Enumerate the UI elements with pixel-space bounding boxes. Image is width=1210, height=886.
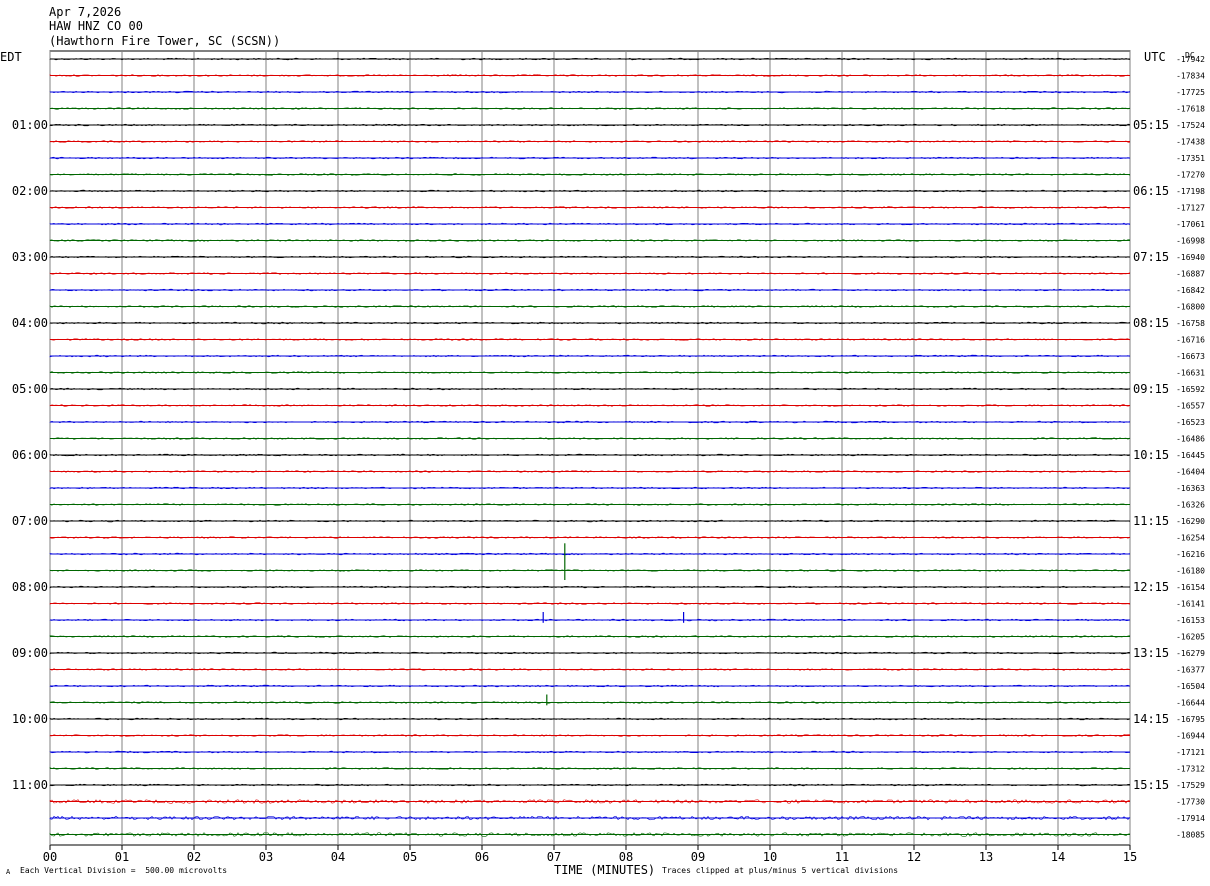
dc-offset-label: -16795: [1176, 715, 1205, 724]
right-hour-label: 06:15: [1133, 184, 1169, 198]
dc-offset-label: -16154: [1176, 583, 1205, 592]
x-tick-label: 03: [259, 850, 273, 864]
dc-offset-label: -16887: [1176, 270, 1205, 279]
left-hour-label: 03:00: [12, 250, 48, 264]
right-hour-label: 07:15: [1133, 250, 1169, 264]
right-hour-label: 14:15: [1133, 712, 1169, 726]
dc-offset-label: -16944: [1176, 732, 1205, 741]
x-tick-label: 12: [907, 850, 921, 864]
dc-offset-label: -16716: [1176, 336, 1205, 345]
x-tick-label: 07: [547, 850, 561, 864]
dc-offset-label: -16205: [1176, 633, 1205, 642]
scale-note: Each Vertical Division = 500.00 microvol…: [20, 866, 228, 875]
dc-offset-label: -17618: [1176, 105, 1205, 114]
dc-offset-label: -16758: [1176, 319, 1205, 328]
dc-offset-label: -16800: [1176, 303, 1205, 312]
left-hour-label: 05:00: [12, 382, 48, 396]
right-hour-label: 12:15: [1133, 580, 1169, 594]
dc-offset-label: -17351: [1176, 154, 1205, 163]
dc-offset-label: -16290: [1176, 517, 1205, 526]
dc-offset-label: -16180: [1176, 567, 1205, 576]
event-layer: [542, 543, 685, 706]
x-axis-title: TIME (MINUTES): [554, 863, 656, 877]
trace-layer: [49, 57, 1131, 837]
dc-offset-label: -17834: [1176, 72, 1205, 81]
x-tick-label: 00: [43, 850, 57, 864]
clip-note: Traces clipped at plus/minus 5 vertical …: [662, 866, 899, 875]
x-tick-label: 09: [691, 850, 705, 864]
dc-offset-label: -17524: [1176, 121, 1205, 130]
dc-offset-label: -16504: [1176, 682, 1205, 691]
trace-noise: [49, 536, 1131, 539]
x-tick-label: 05: [403, 850, 417, 864]
dc-offset-label: -17438: [1176, 138, 1205, 147]
dc-offset-label: -16644: [1176, 699, 1205, 708]
dc-offset-label: -17725: [1176, 88, 1205, 97]
x-tick-label: 15: [1123, 850, 1137, 864]
left-hour-label: 11:00: [12, 778, 48, 792]
left-hour-label: 04:00: [12, 316, 48, 330]
x-tick-label: 02: [187, 850, 201, 864]
dc-offset-label: -17270: [1176, 171, 1205, 180]
x-tick-label: 08: [619, 850, 633, 864]
dc-offset-label: -16404: [1176, 468, 1205, 477]
right-hour-label: 11:15: [1133, 514, 1169, 528]
seismogram-chart: 00 01 02 03 04 05 06 07 08 09 10 11 12 13 14 15 -17942 -1…: [12, 50, 1205, 864]
x-tick-label: 14: [1051, 850, 1065, 864]
plot-frame: [49, 50, 1131, 846]
dc-offset-label: -16377: [1176, 666, 1205, 675]
dc-offset-label: -17914: [1176, 814, 1205, 823]
dc-offset-label: -16279: [1176, 649, 1205, 658]
dc-offset-label: -16486: [1176, 435, 1205, 444]
dc-offset-label: -16842: [1176, 286, 1205, 295]
trace-noise: [49, 74, 1131, 77]
left-hour-label: 08:00: [12, 580, 48, 594]
grid-layer: [49, 50, 1131, 850]
left-hour-label: 07:00: [12, 514, 48, 528]
x-tick-label: 13: [979, 850, 993, 864]
x-tick-label: 11: [835, 850, 849, 864]
dc-offset-label: -16557: [1176, 402, 1205, 411]
right-hour-label: 13:15: [1133, 646, 1169, 660]
dc-offset-label: -17127: [1176, 204, 1205, 213]
dc-offset-label: -16363: [1176, 484, 1205, 493]
right-hour-label: 15:15: [1133, 778, 1169, 792]
corner-mark: A: [6, 868, 11, 876]
dc-offset-label: -16254: [1176, 534, 1205, 543]
dc-offset-label: -16940: [1176, 253, 1205, 262]
dc-offset-label: -18085: [1176, 831, 1205, 840]
left-hour-label: 02:00: [12, 184, 48, 198]
dc-offset-label: -17198: [1176, 187, 1205, 196]
x-tick-label: 01: [115, 850, 129, 864]
dc-offset-label: -16153: [1176, 616, 1205, 625]
label-layer: 00 01 02 03 04 05 06 07 08 09 10 11 12 13 14 15 -17942 -1…: [12, 55, 1205, 864]
x-tick-label: 04: [331, 850, 345, 864]
right-hour-label: 08:15: [1133, 316, 1169, 330]
right-hour-label: 09:15: [1133, 382, 1169, 396]
dc-offset-label: -16631: [1176, 369, 1205, 378]
dc-offset-label: -16998: [1176, 237, 1205, 246]
left-hour-label: 09:00: [12, 646, 48, 660]
dc-offset-label: -17121: [1176, 748, 1205, 757]
dc-offset-label: -16523: [1176, 418, 1205, 427]
right-hour-label: 10:15: [1133, 448, 1169, 462]
dc-offset-label: -16445: [1176, 451, 1205, 460]
left-hour-label: 01:00: [12, 118, 48, 132]
dc-offset-label: -17061: [1176, 220, 1205, 229]
x-tick-label: 06: [475, 850, 489, 864]
dc-offset-label: -17312: [1176, 765, 1205, 774]
dc-offset-label: -16673: [1176, 352, 1205, 361]
dc-offset-label: -17529: [1176, 781, 1205, 790]
x-tick-label: 10: [763, 850, 777, 864]
dc-offset-label: -16216: [1176, 550, 1205, 559]
dc-offset-label: -16326: [1176, 501, 1205, 510]
left-hour-label: 06:00: [12, 448, 48, 462]
dc-offset-label: -17942: [1176, 55, 1205, 64]
right-hour-label: 05:15: [1133, 118, 1169, 132]
dc-offset-label: -16141: [1176, 600, 1205, 609]
dc-offset-label: -16592: [1176, 385, 1205, 394]
dc-offset-label: -17730: [1176, 798, 1205, 807]
left-hour-label: 10:00: [12, 712, 48, 726]
